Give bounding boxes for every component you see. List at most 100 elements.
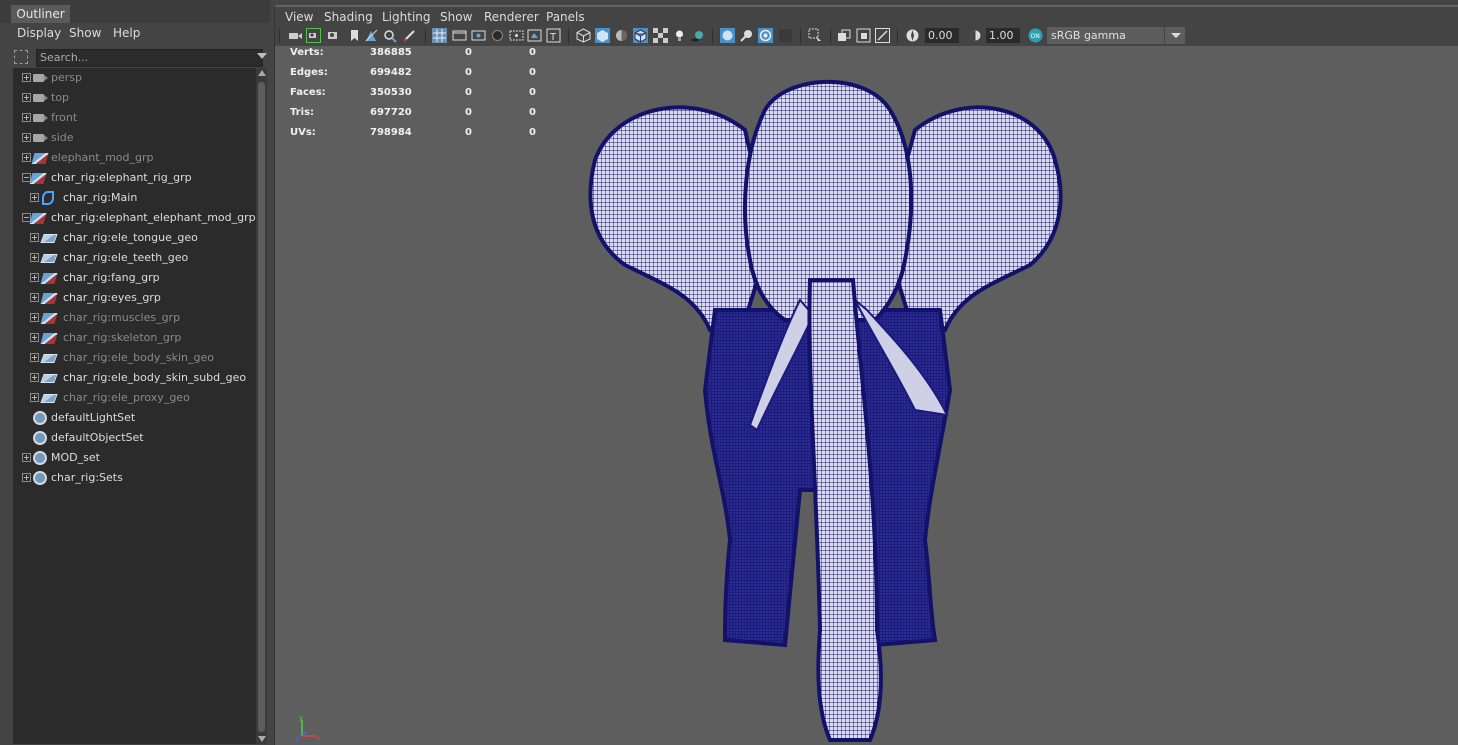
scroll-up-icon[interactable] [258, 70, 266, 76]
outliner-item[interactable]: defaultLightSet [13, 408, 256, 428]
xray-icon[interactable] [720, 28, 735, 43]
scrollbar-thumb[interactable] [258, 82, 265, 732]
lighting-icon[interactable] [672, 28, 687, 43]
smooth-shade-icon[interactable] [595, 28, 610, 43]
safe-action-icon[interactable] [527, 28, 542, 43]
expand-icon[interactable] [22, 93, 31, 102]
expand-icon[interactable] [22, 133, 31, 142]
grease-pencil-icon[interactable] [402, 28, 417, 43]
menu-show[interactable]: Show [440, 10, 472, 24]
menu-panels[interactable]: Panels [546, 10, 585, 24]
hud-label: UVs: [290, 127, 316, 138]
outliner-item[interactable]: char_rig:ele_proxy_geo [13, 388, 256, 408]
elephant-wireframe-model[interactable] [585, 70, 1067, 744]
outliner-item[interactable]: char_rig:ele_body_skin_subd_geo [13, 368, 256, 388]
outliner-item[interactable]: char_rig:Sets [13, 468, 256, 488]
default-material-icon[interactable] [614, 28, 629, 43]
image-plane-icon[interactable] [364, 28, 379, 43]
outliner-item[interactable]: persp [13, 68, 256, 88]
xray-joints-icon[interactable] [739, 28, 754, 43]
textured-icon[interactable] [653, 28, 668, 43]
outliner-item[interactable]: char_rig:fang_grp [13, 268, 256, 288]
outliner-item[interactable]: char_rig:skeleton_grp [13, 328, 256, 348]
resolution-gate-icon[interactable] [471, 28, 486, 43]
colorspace-dropdown[interactable]: sRGB gamma [1047, 27, 1164, 44]
filter-icon[interactable] [14, 50, 28, 64]
expand-icon[interactable] [22, 473, 31, 482]
outliner-item[interactable]: char_rig:ele_tongue_geo [13, 228, 256, 248]
expand-icon[interactable] [30, 233, 39, 242]
color-management-icon[interactable]: ON [1028, 28, 1043, 43]
menu-display[interactable]: Display [17, 26, 61, 40]
shadows-icon[interactable] [690, 28, 705, 43]
expand-icon[interactable] [30, 193, 39, 202]
field-chart-icon[interactable] [509, 28, 524, 43]
menu-renderer[interactable]: Renderer [484, 10, 539, 24]
wireframe-icon[interactable] [576, 28, 591, 43]
film-gate-icon[interactable] [452, 28, 467, 43]
menu-view[interactable]: View [285, 10, 313, 24]
group-icon [29, 173, 47, 184]
menu-help[interactable]: Help [113, 26, 140, 40]
scroll-down-icon[interactable] [258, 736, 266, 742]
grid-icon[interactable] [432, 28, 447, 43]
expand-icon[interactable] [30, 293, 39, 302]
wireframe-on-shaded-icon[interactable] [633, 28, 648, 43]
expand-icon[interactable] [22, 153, 31, 162]
outliner-item[interactable]: elephant_mod_grp [13, 148, 256, 168]
xray-components-icon[interactable] [758, 28, 773, 43]
outliner-item[interactable]: char_rig:muscles_grp [13, 308, 256, 328]
outliner-item[interactable]: char_rig:ele_teeth_geo [13, 248, 256, 268]
multisample-icon[interactable] [837, 28, 852, 43]
outliner-item[interactable]: MOD_set [13, 448, 256, 468]
exposure-icon[interactable] [905, 28, 920, 43]
bookmark-icon[interactable] [347, 28, 362, 43]
gamma-field[interactable]: 1.00 [986, 28, 1020, 43]
viewport-menu-bar: View Shading Lighting Show Renderer Pane… [275, 7, 1458, 27]
motion-blur-icon[interactable] [875, 28, 890, 43]
chevron-down-icon[interactable] [1165, 27, 1185, 44]
outliner-item[interactable]: front [13, 108, 256, 128]
outliner-tree: persp top front side elephant_mod_grp char_ri… [13, 68, 256, 744]
menu-shading[interactable]: Shading [324, 10, 373, 24]
gamma-icon[interactable] [968, 28, 983, 43]
expand-icon[interactable] [30, 333, 39, 342]
gate-mask-icon[interactable] [490, 28, 505, 43]
outliner-item[interactable]: top [13, 88, 256, 108]
outliner-item[interactable]: char_rig:eyes_grp [13, 288, 256, 308]
ambient-occlusion-icon[interactable] [856, 28, 871, 43]
expand-icon[interactable] [22, 453, 31, 462]
outliner-item[interactable]: char_rig:elephant_rig_grp [13, 168, 256, 188]
hud-total: 386885 [370, 47, 412, 58]
toolbar-divider [897, 29, 898, 43]
expand-icon[interactable] [22, 73, 31, 82]
outliner-tab[interactable]: Outliner [11, 5, 70, 23]
expand-icon[interactable] [30, 353, 39, 362]
outliner-item[interactable]: defaultObjectSet [13, 428, 256, 448]
safe-title-icon[interactable]: T [546, 28, 561, 43]
outliner-item-label: char_rig:ele_teeth_geo [63, 251, 189, 264]
outliner-item[interactable]: char_rig:Main [13, 188, 256, 208]
camera-attributes-icon[interactable] [306, 28, 321, 43]
select-camera-icon[interactable] [288, 28, 303, 43]
menu-lighting[interactable]: Lighting [382, 10, 431, 24]
outliner-scrollbar[interactable] [256, 68, 267, 744]
expand-icon[interactable] [22, 113, 31, 122]
isolate-icon[interactable] [778, 28, 793, 43]
expand-icon[interactable] [30, 313, 39, 322]
outliner-item[interactable]: char_rig:elephant_elephant_mod_grp [13, 208, 256, 228]
2d-pan-zoom-icon[interactable] [383, 28, 398, 43]
expand-icon[interactable] [30, 393, 39, 402]
chevron-down-icon[interactable] [257, 53, 267, 59]
mesh-icon [40, 354, 58, 363]
expand-icon[interactable] [30, 253, 39, 262]
bookmark-camera-icon[interactable] [326, 28, 341, 43]
exposure-field[interactable]: 0.00 [925, 28, 959, 43]
outliner-item[interactable]: side [13, 128, 256, 148]
isolate-select-icon[interactable] [808, 28, 823, 43]
expand-icon[interactable] [30, 273, 39, 282]
expand-icon[interactable] [30, 373, 39, 382]
menu-show[interactable]: Show [69, 26, 101, 40]
search-input[interactable]: Search... [36, 49, 263, 67]
outliner-item[interactable]: char_rig:ele_body_skin_geo [13, 348, 256, 368]
